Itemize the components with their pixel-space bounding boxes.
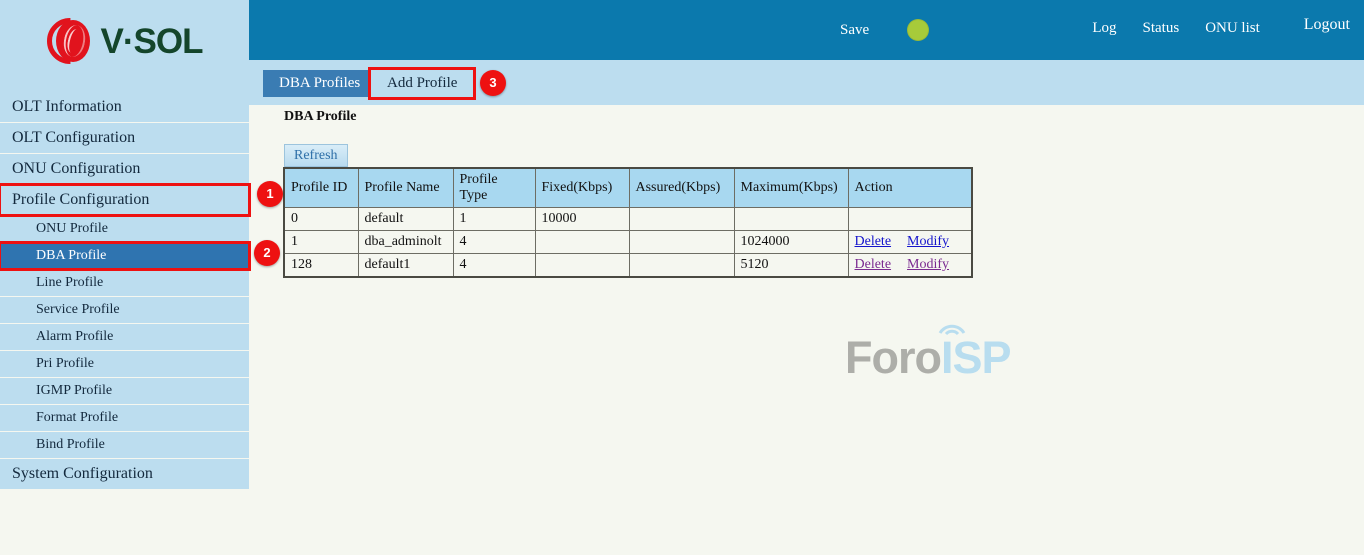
sidebar-nav: OLT Information OLT Configuration ONU Co… [0,92,249,490]
column-header-maximum: Maximum(Kbps) [734,168,848,208]
vsol-logo-icon [47,18,93,64]
header-link-log[interactable]: Log [1092,20,1116,37]
refresh-button[interactable]: Refresh [284,144,348,167]
cell-profile-type: 4 [453,254,535,278]
step-badge-2: 2 [254,240,280,266]
cell-profile-type: 4 [453,231,535,254]
cell-profile-name: default1 [358,254,453,278]
tab-dba-profiles[interactable]: DBA Profiles [263,70,376,97]
sidebar-item-service-profile[interactable]: Service Profile [0,297,249,323]
sidebar-item-format-profile[interactable]: Format Profile [0,405,249,431]
cell-maximum: 5120 [734,254,848,278]
foroisp-watermark: ForoISP [845,335,1011,380]
brand-logo: V·SOL [47,18,203,64]
tab-strip: DBA Profiles Add Profile [249,60,1364,105]
dba-profile-table: Profile ID Profile Name Profile Type Fix… [283,167,973,278]
sidebar-item-system-configuration[interactable]: System Configuration [0,459,249,489]
save-button[interactable]: Save [840,22,869,39]
column-header-profile-name: Profile Name [358,168,453,208]
header-link-logout[interactable]: Logout [1304,16,1350,34]
column-header-action: Action [848,168,972,208]
sidebar-item-igmp-profile[interactable]: IGMP Profile [0,378,249,404]
olt-web-management-page: Save Log Status ONU list Logout V·SOL OL… [0,0,1364,555]
delete-link[interactable]: Delete [855,257,892,272]
cell-action: Delete Modify [848,254,972,278]
cell-profile-type: 1 [453,208,535,231]
modify-link[interactable]: Modify [907,257,949,272]
step-badge-1: 1 [257,181,283,207]
delete-link[interactable]: Delete [855,234,892,249]
sidebar-item-pri-profile[interactable]: Pri Profile [0,351,249,377]
sidebar-item-bind-profile[interactable]: Bind Profile [0,432,249,458]
header-link-onu-list[interactable]: ONU list [1205,20,1260,37]
table-row: 1 dba_adminolt 4 1024000 Delete Modify [284,231,972,254]
cell-fixed [535,231,629,254]
sidebar-item-line-profile[interactable]: Line Profile [0,270,249,296]
sidebar-item-onu-profile[interactable]: ONU Profile [0,216,249,242]
table-body: 0 default 1 10000 1 dba_adminolt 4 10240… [284,208,972,278]
sidebar-item-olt-information[interactable]: OLT Information [0,92,249,122]
column-header-profile-id: Profile ID [284,168,358,208]
sidebar-item-onu-configuration[interactable]: ONU Configuration [0,154,249,184]
wifi-arc-icon [937,317,967,335]
cell-fixed [535,254,629,278]
cell-action: Delete Modify [848,231,972,254]
table-header: Profile ID Profile Name Profile Type Fix… [284,168,972,208]
tab-add-profile[interactable]: Add Profile [371,70,473,97]
column-header-fixed: Fixed(Kbps) [535,168,629,208]
modify-link[interactable]: Modify [907,234,949,249]
cell-maximum: 1024000 [734,231,848,254]
cell-assured [629,231,734,254]
cell-profile-id: 128 [284,254,358,278]
cell-assured [629,254,734,278]
cell-fixed: 10000 [535,208,629,231]
sidebar-item-dba-profile[interactable]: DBA Profile [0,243,249,269]
main-content: ForoISP DBA Profile Refresh Profile ID P… [249,105,1364,555]
brand-logo-text: V·SOL [101,24,203,59]
brand-logo-panel: V·SOL [0,0,249,92]
cell-action [848,208,972,231]
table-header-row: Profile ID Profile Name Profile Type Fix… [284,168,972,208]
header-link-status[interactable]: Status [1143,20,1180,37]
step-badge-3: 3 [480,70,506,96]
sidebar-item-profile-configuration[interactable]: Profile Configuration [0,185,249,215]
table-row: 0 default 1 10000 [284,208,972,231]
cell-profile-id: 0 [284,208,358,231]
cell-maximum [734,208,848,231]
page-title: DBA Profile [284,109,356,125]
table-row: 128 default1 4 5120 Delete Modify [284,254,972,278]
watermark-text-primary: Foro [845,332,941,383]
column-header-profile-type: Profile Type [453,168,535,208]
save-status-indicator-icon [907,19,929,41]
cell-profile-name: dba_adminolt [358,231,453,254]
watermark-text-secondary: ISP [941,332,1011,383]
header-right-links: Log Status ONU list Logout [1092,0,1350,56]
header-center-group: Save [840,0,929,60]
sidebar-item-olt-configuration[interactable]: OLT Configuration [0,123,249,153]
column-header-assured: Assured(Kbps) [629,168,734,208]
cell-profile-id: 1 [284,231,358,254]
cell-assured [629,208,734,231]
cell-profile-name: default [358,208,453,231]
sidebar-item-alarm-profile[interactable]: Alarm Profile [0,324,249,350]
